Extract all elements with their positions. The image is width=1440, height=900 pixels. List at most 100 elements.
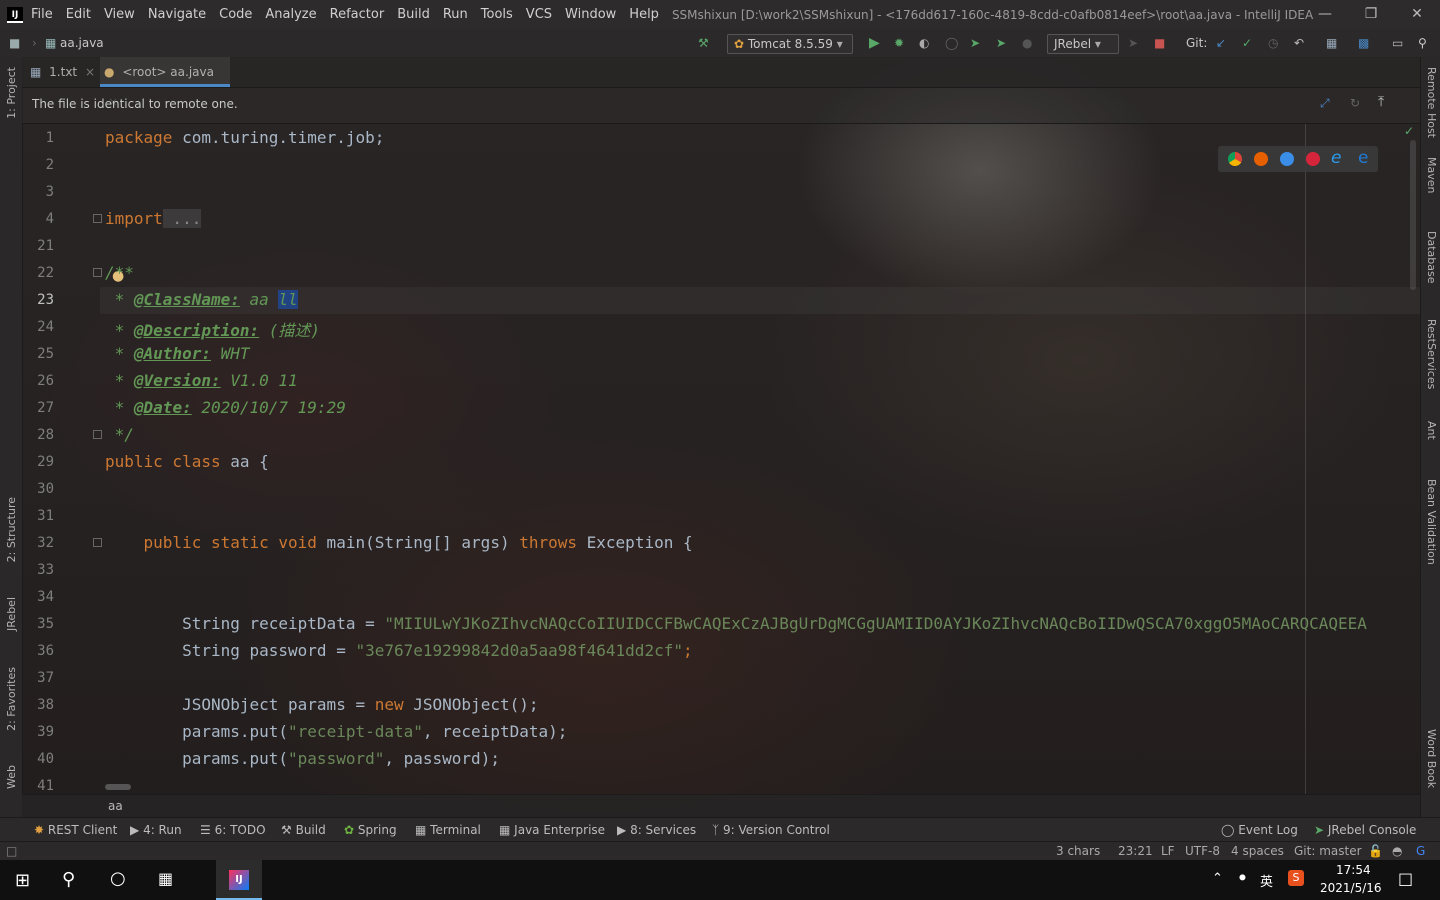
search-icon[interactable]: ⚲ — [62, 869, 75, 890]
tool-build[interactable]: ⚒ Build — [281, 823, 326, 837]
jrebel-run-icon[interactable]: ➤ — [970, 34, 980, 52]
inspector-icon[interactable]: ◓ — [1392, 844, 1402, 858]
menu-view[interactable]: View — [104, 7, 135, 22]
notification-icon[interactable]: □ — [1398, 869, 1413, 888]
menu-help[interactable]: Help — [629, 7, 659, 22]
run-config-select[interactable]: ✿ Tomcat 8.5.59 ▾ — [727, 34, 853, 54]
opera-icon[interactable] — [1306, 152, 1320, 166]
code-line-40[interactable]: params.put("password", password); — [105, 749, 500, 768]
code-line-1[interactable]: package com.turing.timer.job; — [105, 128, 384, 147]
code-line-35[interactable]: String receiptData = "MIIULwYJKoZIhvcNAQ… — [105, 614, 1420, 633]
code-line-39[interactable]: params.put("receipt-data", receiptData); — [105, 722, 567, 741]
code-line-38[interactable]: JSONObject params = new JSONObject(); — [105, 695, 538, 714]
menu-file[interactable]: File — [31, 7, 53, 22]
rollback-icon[interactable]: ↶ — [1294, 34, 1304, 52]
jrebel-sync-icon[interactable]: ➤ — [1128, 34, 1138, 52]
menu-vcs[interactable]: VCS — [526, 7, 552, 22]
attach-icon[interactable]: ● — [1022, 34, 1032, 52]
tool-services[interactable]: ▶ 8: Services — [617, 823, 696, 837]
tab-close-icon[interactable]: × — [85, 65, 95, 79]
menu-edit[interactable]: Edit — [66, 7, 91, 22]
stop-icon[interactable]: ■ — [1154, 34, 1165, 52]
menu-run[interactable]: Run — [443, 7, 468, 22]
git-commit-icon[interactable]: ✓ — [1242, 34, 1252, 52]
tab-aa-java[interactable]: ● <root> aa.java × — [100, 57, 230, 109]
ime-indicator[interactable]: 英 — [1260, 871, 1273, 890]
profile-icon[interactable]: ◯ — [945, 34, 958, 52]
run-icon[interactable]: ▶ — [869, 34, 880, 52]
menu-tools[interactable]: Tools — [481, 7, 513, 22]
menu-analyze[interactable]: Analyze — [265, 7, 316, 22]
code-line-28[interactable]: */ — [105, 425, 134, 444]
code-line-36[interactable]: String password = "3e767e19299842d0a5aa9… — [105, 641, 693, 660]
fold-toggle-icon[interactable] — [93, 214, 102, 223]
upload-icon[interactable]: ⤒ — [1378, 94, 1384, 110]
menu-navigate[interactable]: Navigate — [148, 7, 206, 22]
jrebel-select[interactable]: JRebel ▾ — [1047, 34, 1119, 54]
tool-jrebel-console[interactable]: ➤ JRebel Console — [1314, 823, 1416, 837]
tool-terminal[interactable]: ▦ Terminal — [415, 823, 481, 837]
lock-icon[interactable]: 🔓 — [1368, 844, 1383, 858]
code-line-29[interactable]: public class aa { — [105, 452, 269, 471]
folded-imports[interactable]: ... — [162, 209, 202, 228]
safari-icon[interactable] — [1280, 152, 1294, 166]
menu-window[interactable]: Window — [565, 7, 616, 22]
windows-start-icon[interactable]: ⊞ — [15, 870, 30, 891]
sogou-input-icon[interactable]: S — [1288, 870, 1304, 886]
line-separator[interactable]: LF — [1161, 844, 1175, 858]
horizontal-scrollbar-thumb[interactable] — [105, 784, 131, 790]
menu-build[interactable]: Build — [397, 7, 430, 22]
compare-icon[interactable]: ⤢ — [1320, 96, 1330, 111]
menu-code[interactable]: Code — [219, 7, 252, 22]
ie-icon[interactable]: e — [1331, 148, 1341, 168]
edge-icon[interactable]: e — [1358, 148, 1368, 168]
code-line-27[interactable]: * @Date: 2020/10/7 19:29 — [105, 398, 346, 417]
clock-time[interactable]: 17:54 — [1336, 863, 1371, 877]
tool-bean-validation[interactable]: Bean Validation — [1425, 479, 1438, 565]
folder-icon[interactable]: ■ — [9, 34, 20, 52]
task-view-icon[interactable]: ▦ — [158, 869, 173, 888]
minimize-icon[interactable]: — — [1302, 0, 1348, 29]
tool-database[interactable]: Database — [1425, 231, 1438, 284]
menu-refactor[interactable]: Refactor — [330, 7, 385, 22]
code-line-22[interactable]: /** — [105, 263, 134, 282]
tool-favorites[interactable]: 2: Favorites — [5, 667, 18, 731]
fold-toggle-icon[interactable] — [93, 430, 102, 439]
clock-date[interactable]: 2021/5/16 — [1320, 881, 1382, 895]
presentation-icon[interactable]: ▭ — [1392, 34, 1403, 52]
code-line-26[interactable]: * @Version: V1.0 11 — [105, 371, 298, 390]
tool-jrebel[interactable]: JRebel — [5, 597, 18, 631]
fold-toggle-icon[interactable] — [93, 268, 102, 277]
file-encoding[interactable]: UTF-8 — [1185, 844, 1220, 858]
tool-project[interactable]: 1: Project — [5, 67, 18, 119]
tab-1-txt[interactable]: ▦ 1.txt × — [30, 57, 98, 87]
tool-remote-host[interactable]: Remote Host — [1425, 67, 1438, 138]
git-history-icon[interactable]: ◷ — [1268, 34, 1278, 52]
project-structure-icon[interactable]: ▦ — [1326, 34, 1337, 52]
restore-icon[interactable]: ❐ — [1348, 0, 1394, 29]
code-line-32[interactable]: public static void main(String[] args) t… — [105, 533, 693, 552]
tool-spring[interactable]: ✿ Spring — [344, 823, 397, 837]
tool-todo[interactable]: ☰ 6: TODO — [200, 823, 266, 837]
code-breadcrumb[interactable]: aa — [108, 799, 123, 813]
build-hammer-icon[interactable]: ⚒ — [698, 34, 709, 52]
code-line-24[interactable]: * @Description: (描述) — [105, 317, 320, 341]
toggle-tool-windows-icon[interactable]: □ — [6, 844, 17, 858]
tool-event-log[interactable]: ◯ Event Log — [1221, 823, 1298, 837]
tool-run[interactable]: ▶ 4: Run — [130, 823, 182, 837]
tool-structure[interactable]: 2: Structure — [5, 497, 18, 562]
tool-word-book[interactable]: Word Book — [1425, 729, 1438, 788]
vertical-scrollbar-thumb[interactable] — [1410, 140, 1416, 290]
refresh-icon[interactable]: ↻ — [1350, 96, 1360, 110]
close-icon[interactable]: ✕ — [1394, 0, 1440, 29]
tool-version-control[interactable]: ᛉ 9: Version Control — [712, 823, 830, 837]
search-icon[interactable]: ⚲ — [1418, 34, 1427, 52]
caret-position[interactable]: 23:21 — [1118, 844, 1153, 858]
cortana-icon[interactable]: ○ — [110, 868, 126, 889]
tool-ant[interactable]: Ant — [1425, 421, 1438, 440]
tool-rest-client[interactable]: ✸ REST Client — [34, 823, 117, 837]
tool-restservices[interactable]: RestServices — [1425, 319, 1438, 389]
git-update-icon[interactable]: ↙ — [1216, 34, 1226, 52]
google-icon[interactable]: G — [1416, 844, 1425, 858]
tool-java-enterprise[interactable]: ▦ Java Enterprise — [499, 823, 605, 837]
